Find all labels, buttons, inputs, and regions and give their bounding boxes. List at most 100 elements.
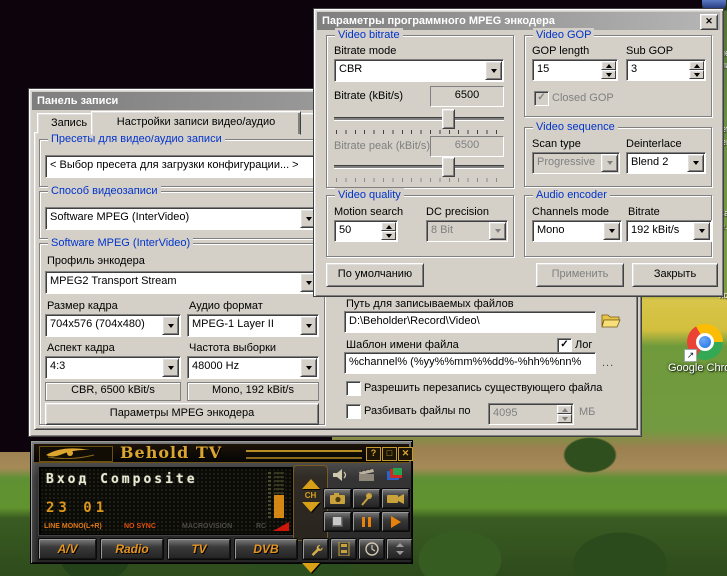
lcd-clock-line: 23 01 [46, 500, 108, 516]
audio-bitrate-combo[interactable]: 192 kBit/s [626, 220, 712, 242]
clapperboard-icon[interactable] [357, 466, 377, 483]
record-method-combo[interactable]: Software MPEG (InterVideo) [45, 207, 319, 230]
apply-button: Применить [536, 263, 624, 287]
expand-collapse-button[interactable] [386, 538, 413, 560]
mode-tv-button[interactable]: TV [167, 538, 231, 560]
filmstrip-button[interactable] [330, 538, 357, 560]
audio-format-value: MPEG-1 Layer II [192, 317, 300, 332]
scheduler-clock-button[interactable] [358, 538, 385, 560]
dropdown-arrow-icon[interactable] [162, 358, 179, 377]
close-button[interactable]: Закрыть [632, 263, 718, 287]
spinner-buttons[interactable] [601, 61, 616, 79]
video-record-button[interactable] [381, 488, 410, 509]
deinterlace-combo[interactable]: Blend 2 [626, 152, 706, 174]
close-icon[interactable]: ✕ [700, 14, 718, 30]
chrome-shortcut-label[interactable]: Google Chro [668, 362, 727, 374]
sub-gop-label: Sub GOP [626, 45, 673, 58]
aspect-combo[interactable]: 4:3 [45, 356, 181, 379]
spinner-buttons[interactable] [381, 222, 396, 240]
titlebar-decor-lines [246, 450, 362, 459]
volume-down-button[interactable] [302, 563, 320, 576]
aspect-label: Аспект кадра [47, 342, 115, 355]
dropdown-arrow-icon[interactable] [300, 316, 317, 335]
closed-gop-label: Closed GOP [552, 92, 614, 105]
motion-search-spinner[interactable]: 50 [334, 220, 398, 242]
split-files-label: Разбивать файлы по [364, 405, 471, 418]
indicator-line-mono: LINE MONO(L+R) [44, 523, 102, 530]
play-button[interactable] [381, 511, 410, 532]
sub-gop-spinner[interactable]: 3 [626, 59, 706, 81]
stop-button[interactable] [323, 511, 352, 532]
sub-gop-value: 3 [631, 62, 687, 77]
tab-video-audio-settings[interactable]: Настройки записи видео/аудио [91, 111, 301, 135]
filename-template-input[interactable]: %channel% (%yy%%mm%%dd%-%hh%%nn% [344, 352, 596, 374]
frame-size-value: 704x576 (704x480) [50, 317, 162, 332]
overwrite-checkbox[interactable] [346, 381, 361, 396]
gop-length-spinner[interactable]: 15 [532, 59, 618, 81]
bitrate-peak-label: Bitrate peak (kBit/s) [334, 140, 430, 153]
audio-bitrate-label: Bitrate [628, 206, 660, 219]
channels-mode-value: Mono [537, 223, 603, 238]
motion-search-label: Motion search [334, 206, 403, 219]
tv-monitor-icon[interactable] [385, 466, 405, 482]
log-checkbox[interactable]: ✓ [557, 338, 572, 353]
spinner-buttons[interactable] [557, 405, 572, 423]
channel-up-button[interactable] [302, 470, 320, 489]
sample-rate-combo[interactable]: 48000 Hz [187, 356, 319, 379]
dropdown-arrow-icon[interactable] [687, 154, 704, 172]
mode-radio-button[interactable]: Radio [100, 538, 164, 560]
dropdown-arrow-icon[interactable] [300, 358, 317, 377]
snapshot-camera-button[interactable] [323, 488, 352, 509]
deinterlace-label: Deinterlace [626, 138, 682, 151]
audio-format-combo[interactable]: MPEG-1 Layer II [187, 314, 319, 337]
help-icon[interactable]: ? [366, 447, 381, 461]
play-icon [391, 516, 407, 528]
dropdown-arrow-icon[interactable] [485, 61, 502, 80]
browse-template-button[interactable]: ... [602, 357, 614, 369]
mpeg-encoder-params-button[interactable]: Параметры MPEG энкодера [45, 403, 319, 425]
speaker-icon[interactable] [331, 467, 349, 483]
channel-down-button[interactable] [302, 502, 320, 521]
open-folder-icon[interactable] [601, 313, 621, 329]
frame-size-combo[interactable]: 704x576 (704x480) [45, 314, 181, 337]
video-bitrate-legend: Video bitrate [335, 28, 403, 42]
dropdown-arrow-icon[interactable] [162, 316, 179, 335]
signal-wedge-icon [273, 522, 289, 531]
overwrite-checkbox-label: Разрешить перезапись существующего файла [364, 382, 602, 395]
behold-titlebar[interactable]: Behold TV ? □ ✕ [34, 444, 409, 463]
mode-av-button[interactable]: A/V [38, 538, 97, 560]
audio-record-mic-button[interactable] [352, 488, 381, 509]
bitrate-peak-slider-thumb [442, 157, 455, 177]
mpeg-encoder-dialog: Параметры программного MPEG энкодера ✕ V… [313, 8, 724, 297]
level-meter-icon [274, 472, 284, 518]
minimize-icon[interactable]: □ [382, 447, 397, 461]
bitrate-slider-track[interactable] [334, 117, 504, 121]
record-method-value: Software MPEG (InterVideo) [50, 210, 300, 225]
gop-length-value: 15 [537, 62, 599, 77]
bitrate-mode-combo[interactable]: CBR [334, 59, 504, 82]
split-size-spinner[interactable]: 4095 [488, 403, 574, 425]
chrome-icon-center [699, 336, 711, 348]
bitrate-label: Bitrate (kBit/s) [334, 90, 403, 103]
mode-dvb-button[interactable]: DVB [234, 538, 298, 560]
bitrate-slider-thumb[interactable] [442, 109, 455, 129]
profile-label: Профиль энкодера [47, 255, 145, 268]
pause-icon [362, 517, 371, 527]
spinner-buttons[interactable] [689, 61, 704, 79]
record-path-input[interactable]: D:\Beholder\Record\Video\ [344, 311, 596, 333]
audio-bitrate-value: 192 kBit/s [631, 223, 693, 238]
pause-button[interactable] [352, 511, 381, 532]
encoder-profile-combo[interactable]: MPEG2 Transport Stream [45, 271, 319, 294]
settings-wrench-button[interactable] [302, 538, 329, 560]
scan-type-value: Progressive [537, 155, 601, 170]
dropdown-arrow-icon[interactable] [603, 222, 620, 240]
channels-mode-combo[interactable]: Mono [532, 220, 622, 242]
dropdown-arrow-icon[interactable] [693, 222, 710, 240]
defaults-button[interactable]: По умолчанию [326, 263, 424, 287]
close-icon[interactable]: ✕ [398, 447, 413, 461]
encoder-profile-value: MPEG2 Transport Stream [50, 274, 300, 289]
encoder-dialog-title: Параметры программного MPEG энкодера [322, 15, 555, 27]
bitrate-slider-ticks [336, 130, 502, 134]
scan-type-label: Scan type [532, 138, 581, 151]
split-files-checkbox[interactable] [346, 404, 361, 419]
